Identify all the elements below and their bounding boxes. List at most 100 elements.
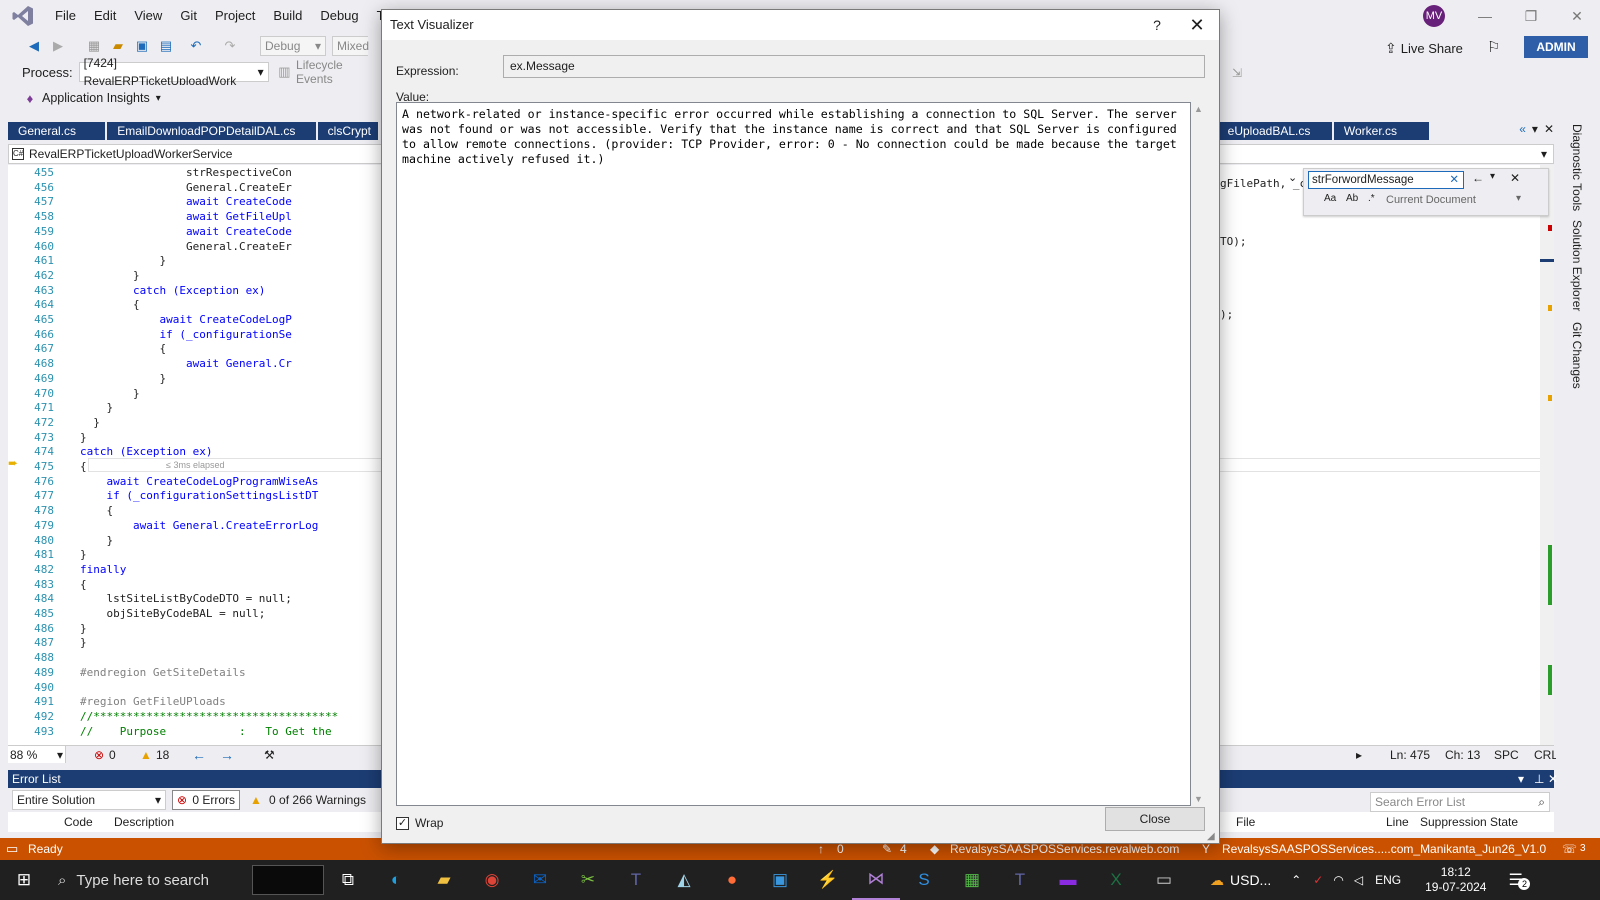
error-scope-select[interactable]: Entire Solution ▾ — [12, 790, 166, 810]
find-previous-icon[interactable]: ← — [1472, 171, 1484, 185]
tab-git-changes[interactable]: Git Changes — [1570, 322, 1584, 389]
configuration-select[interactable]: Debug ▾ — [260, 36, 326, 56]
find-input[interactable]: strForwordMessage ✕ — [1308, 171, 1464, 189]
application-insights-button[interactable]: Application Insights — [42, 91, 150, 105]
clear-search-icon[interactable]: ✕ — [1449, 172, 1459, 188]
save-icon[interactable]: ▣ — [132, 37, 152, 55]
menu-project[interactable]: Project — [206, 0, 264, 32]
error-list-search-input[interactable]: Search Error List ⌕ — [1370, 792, 1550, 812]
expression-field[interactable]: ex.Message — [503, 55, 1205, 78]
save-all-icon[interactable]: ▤ — [156, 37, 176, 55]
remote-desktop-icon[interactable]: ▣ — [756, 860, 804, 900]
menu-view[interactable]: View — [125, 0, 171, 32]
postman-icon[interactable]: ● — [708, 860, 756, 900]
checkbox-checked-icon[interactable]: ✓ — [396, 816, 409, 830]
snipping-tool-icon[interactable]: ✂ — [564, 860, 612, 900]
previous-issue-icon[interactable]: ← — [192, 746, 206, 764]
forward-icon[interactable]: ▶ — [48, 37, 68, 55]
branch-name[interactable]: RevalsysSAASPOSServices.....com_Manikant… — [1222, 838, 1546, 860]
platform-select[interactable]: Mixed — [332, 36, 369, 56]
teams-classic-icon[interactable]: T — [996, 860, 1044, 900]
chevron-down-icon[interactable]: ▾ — [156, 93, 161, 104]
teams-icon[interactable]: T — [612, 860, 660, 900]
menu-build[interactable]: Build — [264, 0, 311, 32]
scroll-tabs-left-icon[interactable]: « — [1519, 122, 1526, 140]
value-scrollbar[interactable]: ▲ ▼ — [1191, 102, 1205, 806]
regex-icon[interactable]: .* — [1368, 193, 1375, 204]
close-icon[interactable]: ✕ — [1548, 770, 1558, 788]
menu-debug[interactable]: Debug — [311, 0, 367, 32]
warning-count[interactable]: 18 — [156, 746, 169, 764]
close-icon[interactable]: ✕ — [1544, 122, 1554, 140]
task-view-icon[interactable]: ⧉ — [324, 860, 372, 900]
search-scope-select[interactable]: Current Document — [1386, 194, 1476, 206]
whitespace-indicator[interactable]: SPC — [1494, 746, 1519, 764]
network-icon[interactable]: ◠ — [1333, 873, 1343, 887]
edge-icon[interactable]: ◐ — [372, 860, 420, 900]
help-icon[interactable]: ? — [1142, 10, 1172, 40]
live-share-button[interactable]: ⇪ Live Share — [1385, 40, 1463, 57]
back-icon[interactable]: ◀ — [24, 37, 44, 55]
toolbar-overflow-icon[interactable]: ⇲ — [1232, 66, 1242, 80]
wrap-checkbox[interactable]: ✓ Wrap — [396, 816, 443, 830]
warnings-filter-button[interactable]: ▲ 0 of 266 Warnings — [246, 790, 370, 810]
tab-general-cs[interactable]: General.cs — [8, 122, 106, 140]
menu-file[interactable]: File — [46, 0, 85, 32]
tab-worker-cs[interactable]: Worker.cs — [1333, 122, 1430, 140]
excel-icon[interactable]: X — [1092, 860, 1140, 900]
process-select[interactable]: [7424] RevalERPTicketUploadWork ▾ — [78, 56, 269, 88]
spreadsheet-icon[interactable]: ▦ — [948, 860, 996, 900]
tab-email-download-dal[interactable]: EmailDownloadPOPDetailDAL.cs — [107, 122, 316, 140]
ssms-icon[interactable]: ⚡ — [804, 860, 852, 900]
tray-chevron-up-icon[interactable]: ⌃ — [1291, 873, 1301, 887]
outlook-icon[interactable]: ✉ — [516, 860, 564, 900]
tab-solution-explorer[interactable]: Solution Explorer — [1570, 220, 1584, 311]
action-center-icon[interactable]: ☰ 2 — [1508, 870, 1531, 890]
admin-badge[interactable]: ADMIN — [1524, 36, 1588, 58]
command-prompt-icon[interactable]: ▭ — [1140, 860, 1188, 900]
chevron-down-icon[interactable]: ▾ — [1490, 171, 1495, 182]
notifications-icon[interactable]: ☏ — [1562, 838, 1577, 860]
lifecycle-events-button[interactable]: Lifecycle Events — [296, 58, 380, 86]
next-issue-icon[interactable]: → — [220, 746, 234, 764]
skype-icon[interactable]: S — [900, 860, 948, 900]
code-cleanup-icon[interactable]: ⚒ — [264, 746, 275, 764]
clock[interactable]: 18:12 19-07-2024 — [1425, 865, 1486, 895]
menu-edit[interactable]: Edit — [85, 0, 125, 32]
chrome-icon[interactable]: ◉ — [468, 860, 516, 900]
menu-git[interactable]: Git — [171, 0, 206, 32]
window-close-icon[interactable]: ✕ — [1554, 0, 1600, 32]
visual-studio-icon[interactable]: ⋈ — [852, 860, 900, 900]
redo-icon[interactable]: ↷ — [220, 37, 240, 55]
errors-filter-button[interactable]: ⊗ 0 Errors — [172, 790, 240, 810]
new-project-icon[interactable]: ▦ — [84, 37, 104, 55]
revalsys-logo-icon[interactable] — [252, 865, 324, 895]
scroll-right-icon[interactable]: ▸ — [1356, 746, 1362, 764]
scroll-up-icon[interactable]: ▲ — [1194, 104, 1203, 114]
tab-clscrypt[interactable]: clsCrypt — [317, 122, 378, 140]
volume-icon[interactable]: ◁ — [1354, 873, 1363, 887]
match-case-icon[interactable]: Aa — [1324, 193, 1336, 204]
taskbar-search-box[interactable]: ⌕ Type here to search — [48, 860, 244, 900]
tab-diagnostic-tools[interactable]: Diagnostic Tools — [1570, 124, 1584, 211]
file-explorer-icon[interactable]: ▰ — [420, 860, 468, 900]
chevron-down-icon[interactable]: ▾ — [1516, 193, 1521, 204]
terminal-purple-icon[interactable]: ▬ — [1044, 860, 1092, 900]
close-icon[interactable]: ✕ — [1510, 171, 1520, 185]
weather-widget[interactable]: ☁ USD... — [1210, 872, 1271, 889]
minimize-icon[interactable]: — — [1462, 0, 1508, 32]
app-icon[interactable]: ◭ — [660, 860, 708, 900]
close-icon[interactable]: ✕ — [1175, 10, 1219, 40]
open-folder-icon[interactable]: ▰ — [108, 37, 128, 55]
resize-grip-icon[interactable]: ◢ — [1207, 831, 1215, 842]
windows-start-icon[interactable]: ⊞ — [0, 860, 48, 900]
feedback-icon[interactable]: ⚐ — [1487, 38, 1500, 56]
avatar[interactable]: MV — [1423, 5, 1445, 27]
chevron-down-icon[interactable]: ▾ — [1518, 770, 1524, 788]
column-line[interactable]: Line — [1386, 812, 1409, 832]
zoom-select[interactable]: 88 % ▾ — [8, 746, 66, 763]
match-whole-word-icon[interactable]: Ab — [1346, 193, 1358, 204]
chevron-down-icon[interactable]: ▾ — [1541, 145, 1547, 163]
tray-app-icon[interactable]: ✓ — [1313, 873, 1323, 887]
tab-upload-bal[interactable]: eUploadBAL.cs — [1217, 122, 1332, 140]
